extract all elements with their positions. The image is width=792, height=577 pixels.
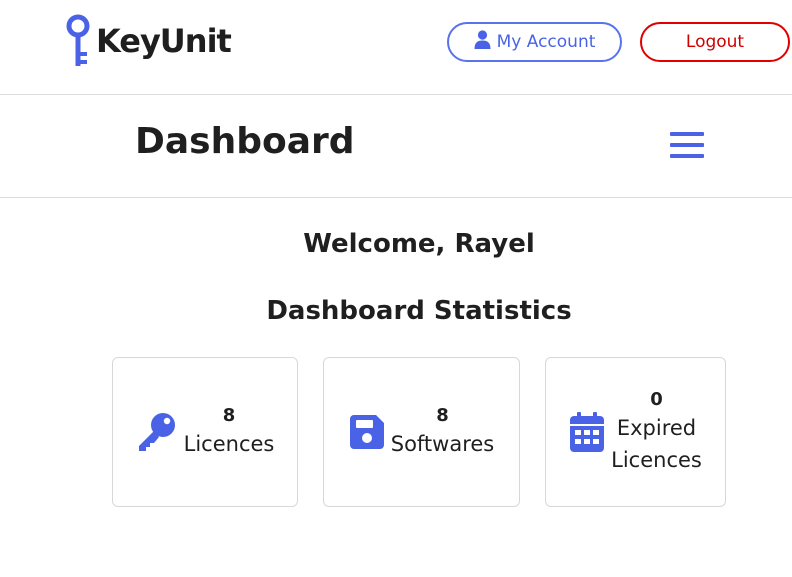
top-header: KeyUnit My Account Logout: [0, 0, 792, 95]
licences-label: Licences: [183, 432, 275, 456]
expired-licences-card[interactable]: 0 Expired Licences: [545, 357, 726, 507]
welcome-message: Welcome, Rayel: [303, 229, 535, 259]
floppy-disk-icon: [349, 414, 385, 450]
key-logo-icon: [66, 14, 90, 68]
softwares-label: Softwares: [390, 432, 495, 456]
softwares-card[interactable]: 8 Softwares: [323, 357, 520, 507]
brand-logo[interactable]: KeyUnit: [66, 14, 232, 68]
logout-button[interactable]: Logout: [640, 22, 790, 62]
page-title: Dashboard: [135, 121, 355, 162]
hamburger-menu-icon[interactable]: [670, 132, 704, 160]
stats-heading: Dashboard Statistics: [266, 296, 572, 326]
dashboard-page: KeyUnit My Account Logout Dashboard Welc…: [0, 0, 792, 577]
my-account-button[interactable]: My Account: [447, 22, 622, 62]
expired-licences-count: 0: [650, 389, 663, 410]
brand-name: KeyUnit: [96, 22, 232, 60]
licences-count: 8: [222, 405, 236, 426]
user-icon: [474, 30, 497, 54]
calendar-icon: [569, 411, 605, 453]
licences-card[interactable]: 8 Licences: [112, 357, 298, 507]
my-account-label: My Account: [496, 32, 596, 52]
softwares-count: 8: [436, 405, 449, 426]
key-icon: [136, 411, 178, 453]
logout-label: Logout: [685, 32, 745, 52]
title-bar: Dashboard: [0, 95, 792, 198]
expired-licences-label-line2: Licences: [611, 448, 702, 472]
expired-licences-label-line1: Expired: [616, 416, 697, 440]
